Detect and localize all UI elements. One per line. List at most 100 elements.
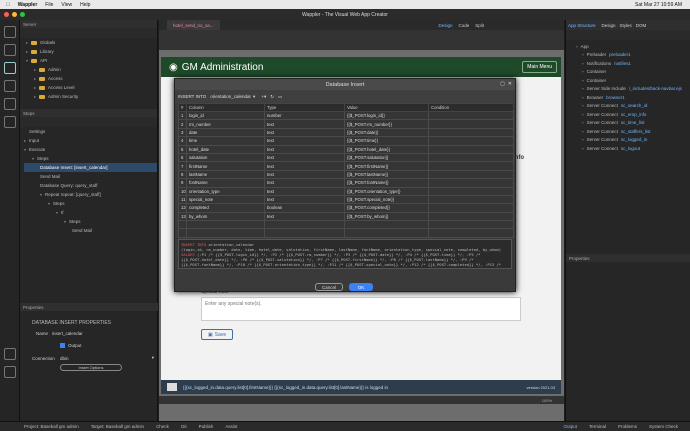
right-tab-design[interactable]: Design bbox=[602, 23, 616, 28]
cell-condition[interactable] bbox=[428, 144, 514, 154]
table-row[interactable]: 4 time text {{$_POST.time}} bbox=[178, 136, 514, 146]
save-button[interactable]: ▣ Save bbox=[201, 329, 234, 340]
menu-help[interactable]: Help bbox=[80, 2, 90, 8]
structure-item[interactable]: ▫ App bbox=[576, 42, 690, 51]
special-note-textarea[interactable]: Enter any special note(s). bbox=[201, 297, 521, 321]
cell-condition[interactable] bbox=[428, 169, 514, 180]
cell-value[interactable]: {{$_POST.time}} bbox=[344, 136, 429, 146]
cell-type[interactable]: text bbox=[264, 186, 345, 196]
table-row[interactable]: 3 date text {{$_POST.date}} bbox=[178, 127, 514, 138]
app-menu[interactable]: Wappler bbox=[18, 2, 38, 8]
cell-value[interactable]: {{$_POST.date}} bbox=[344, 127, 429, 138]
cell-type[interactable]: boolean bbox=[264, 203, 345, 213]
mode-split[interactable]: Split bbox=[475, 23, 484, 28]
cell-condition[interactable] bbox=[428, 186, 514, 196]
cell-condition[interactable] bbox=[428, 119, 514, 129]
cell-type[interactable]: text bbox=[264, 211, 345, 222]
structure-item[interactable]: ▫ Server Connect sc_time_list bbox=[576, 119, 690, 128]
cell-value[interactable]: {{$_POST.special_note}} bbox=[344, 194, 429, 205]
settings-gear-icon[interactable] bbox=[4, 366, 16, 378]
table-row[interactable]: 11 special_note text {{$_POST.special_note}… bbox=[178, 194, 514, 205]
project-selector[interactable]: Project: Baseball gm admin bbox=[24, 424, 79, 429]
target-selector[interactable]: Target: Baseball gm admin bbox=[91, 424, 144, 429]
insert-options-button[interactable]: Insert Options bbox=[60, 364, 122, 371]
doc-tab[interactable]: hotel_send_no_sa... bbox=[167, 20, 220, 30]
cell-type[interactable]: number bbox=[264, 110, 345, 121]
step-if-send-mail[interactable]: Send Mail bbox=[24, 226, 157, 235]
table-row[interactable]: 1 login_id number {{$_POST.login_id}} bbox=[178, 110, 514, 121]
cell-type[interactable]: text bbox=[264, 136, 345, 146]
search-icon[interactable] bbox=[4, 116, 16, 128]
mode-design[interactable]: Design bbox=[438, 23, 452, 28]
cell-condition[interactable] bbox=[428, 194, 514, 205]
menu-file[interactable]: File bbox=[45, 2, 53, 8]
right-tab-styles[interactable]: Styles bbox=[620, 23, 632, 28]
cell-condition[interactable] bbox=[428, 178, 514, 188]
cell-condition[interactable] bbox=[428, 152, 514, 163]
status-check[interactable]: Check bbox=[156, 424, 169, 429]
project-icon[interactable] bbox=[4, 26, 16, 38]
table-row[interactable]: 5 hotel_date text {{$_POST.hotel_date}} bbox=[178, 144, 514, 154]
files-icon[interactable] bbox=[4, 44, 16, 56]
table-select[interactable]: orientation_calendar bbox=[210, 94, 251, 99]
tree-access-level[interactable]: ▸ Access Level bbox=[26, 83, 157, 92]
tree-globals[interactable]: ▸ Globals bbox=[26, 38, 157, 47]
tree-admin[interactable]: ▸ Admin bbox=[26, 65, 157, 74]
table-row[interactable]: 9 fontName text {{$_POST.fontName}} bbox=[178, 178, 514, 188]
structure-item[interactable]: ▫ Server Side Include/_includes/back-navb… bbox=[576, 85, 690, 94]
structure-item[interactable]: ▫ Preloader preloader1 bbox=[576, 51, 690, 60]
properties-panel-header[interactable]: Properties bbox=[20, 303, 158, 311]
status-problems[interactable]: Problems bbox=[618, 424, 637, 429]
table-row[interactable]: 7 firstName text {{$_POST.firstName}} bbox=[178, 161, 514, 171]
tree-admin-security[interactable]: ▸ Admin Security bbox=[26, 92, 157, 101]
cell-value[interactable]: {{$_POST.firstName}} bbox=[344, 161, 429, 171]
account-icon[interactable] bbox=[4, 348, 16, 360]
zoom-window-button[interactable] bbox=[20, 12, 25, 17]
step-database-query[interactable]: Database Query: query_staff bbox=[24, 181, 157, 190]
cell-condition[interactable] bbox=[428, 127, 514, 138]
structure-item[interactable]: ▫ Browser browser1 bbox=[576, 93, 690, 102]
mode-code[interactable]: Code bbox=[458, 23, 469, 28]
structure-item[interactable]: ▫ Container bbox=[576, 76, 690, 85]
api-icon[interactable] bbox=[4, 80, 16, 92]
server-panel-header[interactable]: Server bbox=[20, 20, 157, 28]
structure-item[interactable]: ▫ Server Connect sc_logout bbox=[576, 144, 690, 153]
table-row[interactable]: 13 by_whom text {{$_POST.by_whom}} bbox=[178, 211, 514, 222]
git-icon[interactable] bbox=[4, 98, 16, 110]
status-assist[interactable]: Assist bbox=[225, 424, 237, 429]
status-system-check[interactable]: System Check bbox=[649, 424, 678, 429]
cell-value[interactable]: {{$_POST.orientation_type}} bbox=[344, 186, 429, 196]
cell-condition[interactable] bbox=[428, 211, 514, 222]
refresh-icon[interactable]: ↻ bbox=[270, 94, 274, 100]
cell-value[interactable]: {{$_POST.lastName}} bbox=[344, 169, 429, 180]
main-menu-button[interactable]: Main Menu bbox=[522, 61, 557, 73]
cell-type[interactable]: text bbox=[264, 152, 345, 163]
step-steps[interactable]: ▾ Steps bbox=[24, 154, 157, 163]
steps-panel-header[interactable]: Steps bbox=[20, 109, 157, 117]
apple-icon[interactable]:  bbox=[6, 2, 10, 8]
table-row[interactable]: 10 orientation_type text {{$_POST.orientati… bbox=[178, 186, 514, 196]
structure-item[interactable]: ▫ Notifications notifies1 bbox=[576, 59, 690, 68]
cell-type[interactable]: text bbox=[264, 144, 345, 154]
step-database-insert[interactable]: Database Insert: [insert_calendar] bbox=[24, 163, 157, 172]
status-git[interactable]: Git bbox=[181, 424, 187, 429]
close-window-button[interactable] bbox=[4, 12, 9, 17]
cell-type[interactable]: text bbox=[264, 194, 345, 205]
table-row[interactable]: 6 salutation text {{$_POST.salutation}} bbox=[178, 152, 514, 163]
cell-condition[interactable] bbox=[428, 110, 514, 121]
minimize-window-button[interactable] bbox=[12, 12, 17, 17]
table-row[interactable]: 8 lastName text {{$_POST.lastName}} bbox=[178, 169, 514, 180]
step-repeat[interactable]: ▾ Repeat repeat: [query_staff] bbox=[24, 190, 157, 199]
step-if[interactable]: ▾ If bbox=[24, 208, 157, 217]
cell-value[interactable]: {{$_POST.by_whom}} bbox=[344, 211, 429, 222]
cell-value[interactable]: {{$_POST.completed}} bbox=[344, 203, 429, 213]
tree-access[interactable]: ▸ Access bbox=[26, 74, 157, 83]
output-checkbox[interactable] bbox=[60, 343, 65, 348]
database-icon[interactable] bbox=[4, 62, 16, 74]
step-settings[interactable]: Settings bbox=[24, 127, 157, 136]
step-input[interactable]: ▸ Input bbox=[24, 136, 157, 145]
cell-type[interactable]: text bbox=[264, 127, 345, 138]
connection-select[interactable]: dbin bbox=[60, 356, 152, 361]
status-output[interactable]: Output bbox=[563, 424, 577, 429]
right-tab-dom[interactable]: DOM bbox=[636, 23, 647, 28]
